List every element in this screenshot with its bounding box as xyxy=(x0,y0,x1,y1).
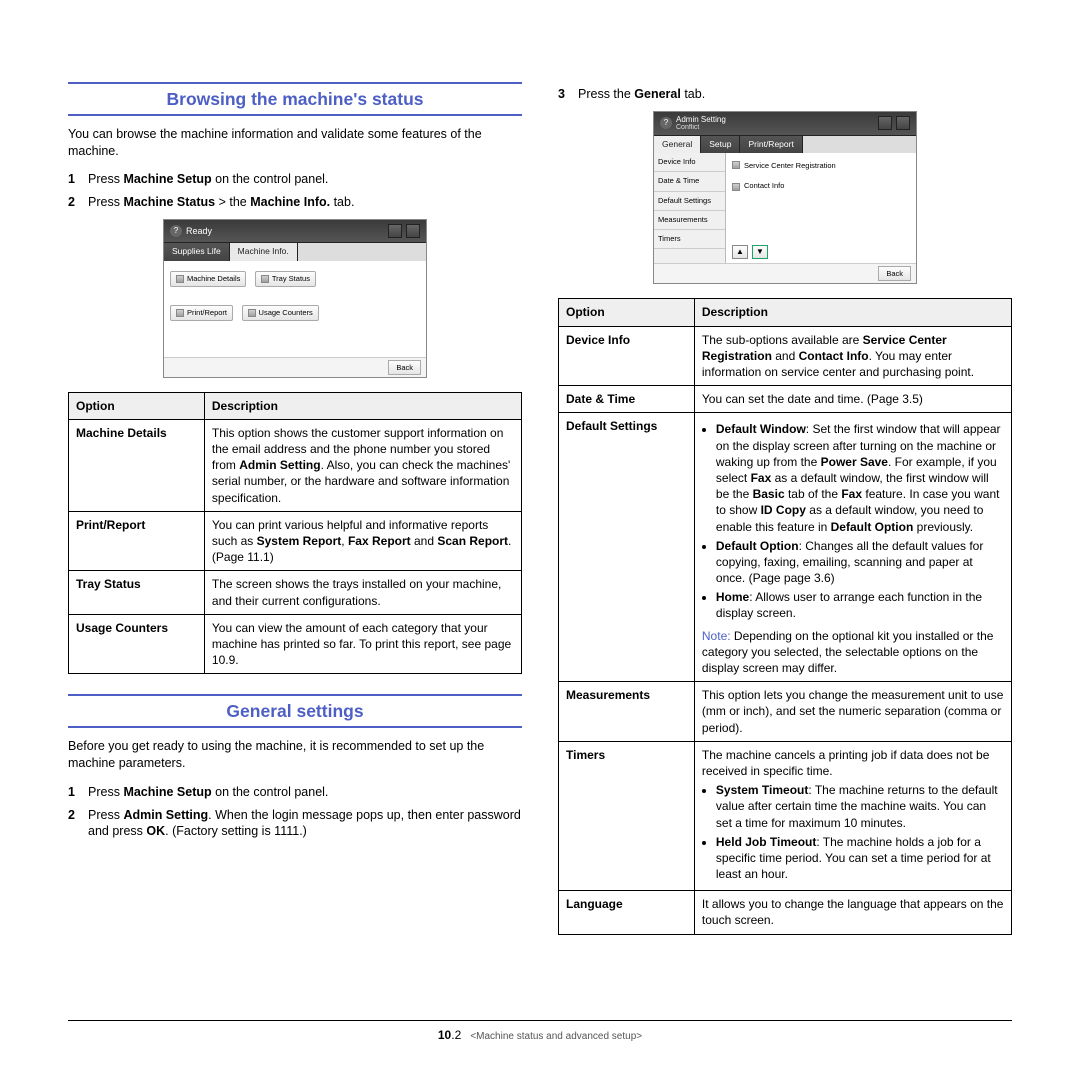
bold: Machine Status xyxy=(123,195,215,209)
option-cell: Machine Details xyxy=(69,419,205,511)
note-label: Note: xyxy=(702,629,731,643)
link-icon xyxy=(732,161,740,169)
description-cell: This option shows the customer support i… xyxy=(204,419,521,511)
step-text: Press Machine Setup on the control panel… xyxy=(88,784,522,801)
nav-default-settings: Default Settings xyxy=(654,192,725,211)
table-row: Language It allows you to change the lan… xyxy=(559,891,1012,934)
general-intro: Before you get ready to using the machin… xyxy=(68,738,522,772)
description-cell: The machine cancels a printing job if da… xyxy=(694,741,1011,891)
help-icon: ? xyxy=(660,117,672,129)
screenshot-admin-general: ? Admin Setting Conflict General Setup P… xyxy=(653,111,917,285)
step-number: 2 xyxy=(68,807,88,841)
help-icon: ? xyxy=(170,225,182,237)
table-row: Device Info The sub-options available ar… xyxy=(559,326,1012,386)
step-text: Press Machine Status > the Machine Info.… xyxy=(88,194,522,211)
arrow-down-icon: ▼ xyxy=(752,245,768,259)
tab-setup: Setup xyxy=(701,136,740,153)
text: on the control panel. xyxy=(212,172,329,186)
link-icon xyxy=(732,183,740,191)
general-steps: 1 Press Machine Setup on the control pan… xyxy=(68,784,522,841)
description-cell: This option lets you change the measurem… xyxy=(694,682,1011,742)
option-cell: Language xyxy=(559,891,695,934)
section-title-browsing: Browsing the machine's status xyxy=(68,88,522,112)
section-title-general: General settings xyxy=(68,700,522,724)
description-cell: You can view the amount of each category… xyxy=(204,614,521,674)
general-options-table: Option Description Device Info The sub-o… xyxy=(558,298,1012,934)
table-row: Usage Counters You can view the amount o… xyxy=(69,614,522,674)
browsing-steps: 1 Press Machine Setup on the control pan… xyxy=(68,171,522,211)
option-cell: Print/Report xyxy=(69,511,205,571)
screenshot-machine-info: ? Ready Supplies Life Machine Info. Mach… xyxy=(163,219,427,378)
col-option: Option xyxy=(559,299,695,326)
option-cell: Date & Time xyxy=(559,386,695,413)
step-text: Press Admin Setting. When the login mess… xyxy=(88,807,522,841)
subtitle-conflict: Conflict xyxy=(676,124,726,131)
arrow-up-icon: ▲ xyxy=(732,245,748,259)
col-description: Description xyxy=(204,392,521,419)
text: Press xyxy=(88,172,123,186)
option-cell: Default Settings xyxy=(559,413,695,682)
option-cell: Tray Status xyxy=(69,571,205,614)
step-number: 2 xyxy=(68,194,88,211)
browsing-intro: You can browse the machine information a… xyxy=(68,126,522,160)
btn-machine-details: Machine Details xyxy=(170,271,246,287)
description-cell: You can print various helpful and inform… xyxy=(204,511,521,571)
table-row: Default Settings Default Window: Set the… xyxy=(559,413,1012,682)
toolbar-icon xyxy=(878,116,892,130)
description-cell: The screen shows the trays installed on … xyxy=(204,571,521,614)
text: Press xyxy=(88,195,123,209)
toolbar-icon xyxy=(896,116,910,130)
table-row: Tray Status The screen shows the trays i… xyxy=(69,571,522,614)
step-number: 1 xyxy=(68,784,88,801)
toolbar-icon xyxy=(406,224,420,238)
table-row: Timers The machine cancels a printing jo… xyxy=(559,741,1012,891)
general-steps-cont: 3 Press the General tab. xyxy=(558,86,1012,103)
step-text: Press the General tab. xyxy=(578,86,1012,103)
tab-general: General xyxy=(654,136,701,153)
nav-timers: Timers xyxy=(654,230,725,249)
option-cell: Usage Counters xyxy=(69,614,205,674)
nav-device-info: Device Info xyxy=(654,153,725,172)
text: tab. xyxy=(330,195,354,209)
tab-supplies-life: Supplies Life xyxy=(164,243,230,260)
back-button: Back xyxy=(388,360,421,375)
table-row: Print/Report You can print various helpf… xyxy=(69,511,522,571)
table-row: Machine Details This option shows the cu… xyxy=(69,419,522,511)
title-admin-setting: Admin Setting xyxy=(676,116,726,124)
description-cell: Default Window: Set the first window tha… xyxy=(694,413,1011,682)
link-contact-info: Contact Info xyxy=(744,181,784,191)
footer-crumb: <Machine status and advanced setup> xyxy=(470,1031,642,1042)
btn-tray-status: Tray Status xyxy=(255,271,316,287)
col-option: Option xyxy=(69,392,205,419)
tab-print-report: Print/Report xyxy=(740,136,802,153)
step-text: Press Machine Setup on the control panel… xyxy=(88,171,522,188)
description-cell: You can set the date and time. (Page 3.5… xyxy=(694,386,1011,413)
status-ready: Ready xyxy=(186,225,212,237)
btn-print-report: Print/Report xyxy=(170,305,233,321)
toolbar-icon xyxy=(388,224,402,238)
table-row: Date & Time You can set the date and tim… xyxy=(559,386,1012,413)
tab-machine-info: Machine Info. xyxy=(230,243,298,260)
nav-measurements: Measurements xyxy=(654,211,725,230)
table-row: Measurements This option lets you change… xyxy=(559,682,1012,742)
option-cell: Device Info xyxy=(559,326,695,386)
description-cell: It allows you to change the language tha… xyxy=(694,891,1011,934)
option-cell: Measurements xyxy=(559,682,695,742)
bold: Machine Setup xyxy=(123,172,211,186)
machine-info-options-table: Option Description Machine Details This … xyxy=(68,392,522,675)
nav-date-time: Date & Time xyxy=(654,172,725,191)
step-number: 3 xyxy=(558,86,578,103)
col-description: Description xyxy=(694,299,1011,326)
bold: Machine Info. xyxy=(250,195,330,209)
page-footer: 10.2 <Machine status and advanced setup> xyxy=(68,1020,1012,1044)
text: > the xyxy=(215,195,250,209)
description-cell: The sub-options available are Service Ce… xyxy=(694,326,1011,386)
back-button: Back xyxy=(878,266,911,281)
option-cell: Timers xyxy=(559,741,695,891)
btn-usage-counters: Usage Counters xyxy=(242,305,319,321)
link-service-center: Service Center Registration xyxy=(744,161,836,171)
step-number: 1 xyxy=(68,171,88,188)
